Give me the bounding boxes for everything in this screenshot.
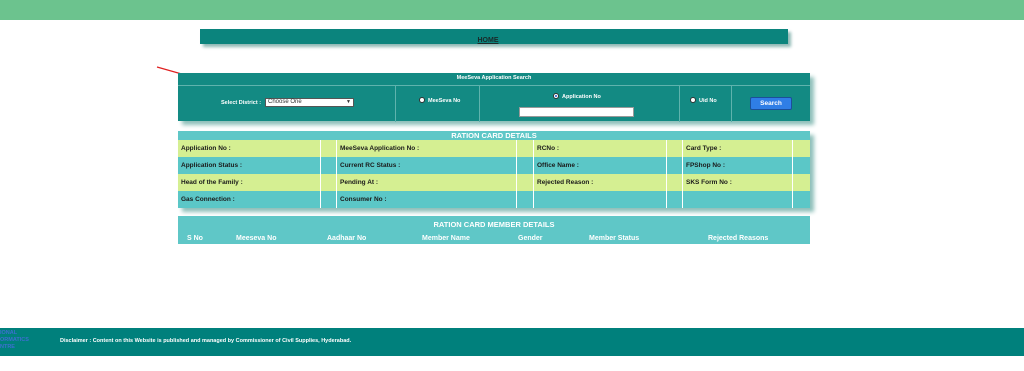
disclaimer-text: Disclaimer : Content on this Website is …: [60, 338, 352, 344]
empty-cell: [683, 191, 793, 208]
rejected-reason-field: Rejected Reason :: [534, 174, 667, 191]
column-header-member-name: Member Name: [422, 235, 470, 242]
value-cell: [517, 157, 534, 174]
member-details-title: RATION CARD MEMBER DETAILS: [433, 220, 555, 229]
meeseva-no-label: MeeSeva No: [428, 98, 461, 104]
uid-no-label: Uid No: [699, 98, 717, 104]
table-row: Gas Connection : Consumer No :: [178, 191, 810, 208]
current-rc-status-field: Current RC Status :: [337, 157, 517, 174]
chevron-down-icon: ▼: [346, 99, 351, 105]
value-cell: [793, 174, 810, 191]
column-header-aadhaar-no: Aadhaar No: [327, 235, 367, 242]
value-cell: [517, 140, 534, 157]
fpshop-no-field: FPShop No :: [683, 157, 793, 174]
nic-logo: IONAL ORMATICS NTRE: [0, 330, 29, 351]
column-header-sno: S No: [187, 235, 203, 242]
logo-line: NTRE: [0, 344, 15, 350]
sks-form-no-field: SKS Form No :: [683, 174, 793, 191]
district-select[interactable]: Choose One ▼: [265, 98, 354, 107]
search-panel-title: MeeSeva Application Search: [456, 75, 532, 81]
value-cell: [517, 191, 534, 208]
meeseva-search-panel: MeeSeva Application Search Select Distri…: [178, 73, 810, 122]
table-row: Application No : MeeSeva Application No …: [178, 140, 810, 157]
meeseva-no-cell: [396, 86, 480, 122]
value-cell: [793, 157, 810, 174]
value-cell: [321, 174, 337, 191]
table-row: Head of the Family : Pending At : Reject…: [178, 174, 810, 191]
value-cell: [667, 191, 683, 208]
uid-no-radio[interactable]: [690, 97, 696, 103]
gas-connection-field: Gas Connection :: [178, 191, 321, 208]
value-cell: [667, 174, 683, 191]
district-select-value: Choose One: [268, 99, 302, 105]
value-cell: [321, 191, 337, 208]
district-label: Select District :: [221, 100, 262, 106]
consumer-no-field: Consumer No :: [337, 191, 517, 208]
ration-card-details-title: RATION CARD DETAILS: [178, 131, 810, 140]
value-cell: [793, 140, 810, 157]
column-header-meeseva-no: Meeseva No: [236, 235, 277, 242]
office-name-field: Office Name :: [534, 157, 667, 174]
column-header-rejected-reasons: Rejected Reasons: [708, 235, 769, 242]
application-status-field: Application Status :: [178, 157, 321, 174]
rcno-field: RCNo :: [534, 140, 667, 157]
application-no-radio[interactable]: [553, 93, 559, 99]
application-no-field: Application No :: [178, 140, 321, 157]
logo-line: IONAL: [0, 330, 18, 336]
application-no-label: Application No: [562, 94, 601, 100]
meeseva-application-no-field: MeeSeva Application No :: [337, 140, 517, 157]
value-cell: [667, 140, 683, 157]
card-type-field: Card Type :: [683, 140, 793, 157]
uid-no-cell: [680, 86, 732, 122]
column-header-gender: Gender: [518, 235, 543, 242]
value-cell: [667, 157, 683, 174]
column-header-member-status: Member Status: [589, 235, 640, 242]
member-details-table: RATION CARD MEMBER DETAILS S No Meeseva …: [178, 216, 810, 244]
value-cell: [793, 191, 810, 208]
pending-at-field: Pending At :: [337, 174, 517, 191]
search-button[interactable]: Search: [750, 97, 792, 110]
meeseva-no-radio[interactable]: [419, 97, 425, 103]
ration-card-details-table: RATION CARD DETAILS Application No : Mee…: [178, 131, 810, 208]
logo-line: ORMATICS: [0, 337, 29, 343]
value-cell: [321, 140, 337, 157]
empty-cell: [534, 191, 667, 208]
application-no-input[interactable]: [519, 107, 634, 117]
table-row: Application Status : Current RC Status :…: [178, 157, 810, 174]
footer: IONAL ORMATICS NTRE Disclaimer : Content…: [0, 328, 1024, 356]
value-cell: [517, 174, 534, 191]
head-of-family-field: Head of the Family :: [178, 174, 321, 191]
value-cell: [321, 157, 337, 174]
